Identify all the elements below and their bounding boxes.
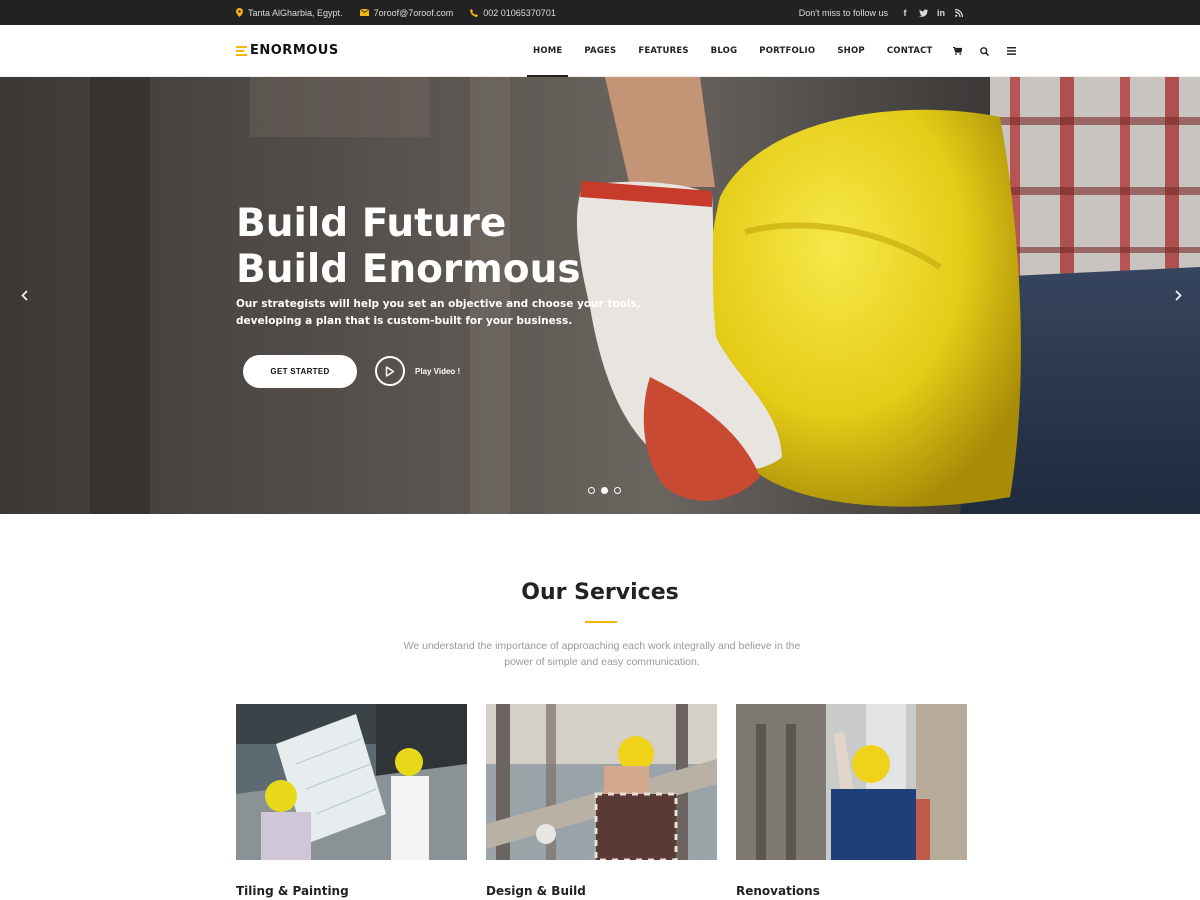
envelope-icon [359,9,369,16]
next-slide-arrow-icon[interactable] [1171,288,1185,302]
service-image-tiling[interactable] [236,704,467,860]
hero-title-line-1: Build Future [236,201,507,246]
service-card-design[interactable]: Design & Build [486,704,717,898]
hero-slider: Build Future Build Enormous Our strategi… [0,77,1200,514]
nav-portfolio[interactable]: PORTFOLIO [748,25,826,77]
address-contact: Tanta AlGharbia, Egypt. [236,8,343,18]
slider-dot-3[interactable] [614,487,621,494]
hero-subtitle: Our strategists will help you set an obj… [236,298,641,327]
services-divider [585,621,617,623]
prev-slide-arrow-icon[interactable] [17,288,31,302]
hero-title-line-2: Build Enormous [236,247,581,292]
service-title-renovations[interactable]: Renovations [736,884,967,898]
map-pin-icon [236,8,243,17]
linkedin-icon[interactable]: in [932,8,950,18]
service-image-renovations[interactable] [736,704,967,860]
nav-home[interactable]: HOME [522,25,573,77]
phone-contact: 002 01065370701 [470,8,556,18]
twitter-icon[interactable] [914,9,932,17]
slider-dot-2[interactable] [601,487,608,494]
nav-pages[interactable]: PAGES [573,25,627,77]
logo-text: ENORMOUS [250,43,339,58]
logo-bars-icon [236,45,247,57]
get-started-button[interactable]: GET STARTED [243,355,357,388]
nav-contact[interactable]: CONTACT [876,25,944,77]
email-text[interactable]: 7oroof@7oroof.com [374,8,454,18]
slider-dot-1[interactable] [588,487,595,494]
search-icon[interactable] [971,25,998,77]
facebook-icon[interactable]: f [896,8,914,18]
main-header: ENORMOUS HOME PAGES FEATURES BLOG PORTFO… [0,25,1200,77]
menu-icon[interactable] [998,25,1025,77]
nav-features[interactable]: FEATURES [627,25,699,77]
phone-text: 002 01065370701 [483,7,556,18]
service-title-design[interactable]: Design & Build [486,884,717,898]
services-heading: Our Services [521,580,679,605]
main-nav: HOME PAGES FEATURES BLOG PORTFOLIO SHOP … [522,25,1025,77]
site-logo[interactable]: ENORMOUS [236,43,339,58]
hero-title: Build Future Build Enormous [236,201,581,293]
follow-text: Don't miss to follow us [798,7,888,18]
service-title-tiling[interactable]: Tiling & Painting [236,884,467,898]
nav-shop[interactable]: SHOP [826,25,876,77]
rss-icon[interactable] [950,8,968,17]
service-card-tiling[interactable]: Tiling & Painting [236,704,467,898]
top-bar: Tanta AlGharbia, Egypt. 7oroof@7oroof.co… [0,0,1200,25]
email-contact[interactable]: 7oroof@7oroof.com [359,8,454,18]
service-image-design[interactable] [486,704,717,860]
phone-icon [470,8,479,17]
services-description: We understand the importance of approach… [403,640,801,668]
address-text: Tanta AlGharbia, Egypt. [248,7,343,18]
play-video-button[interactable]: Play Video ! [375,356,460,386]
play-icon[interactable] [375,356,405,386]
service-card-renovations[interactable]: Renovations [736,704,967,898]
cart-icon[interactable] [944,25,971,77]
play-video-label[interactable]: Play Video ! [415,367,460,376]
slider-dots [588,487,627,494]
nav-blog[interactable]: BLOG [700,25,749,77]
